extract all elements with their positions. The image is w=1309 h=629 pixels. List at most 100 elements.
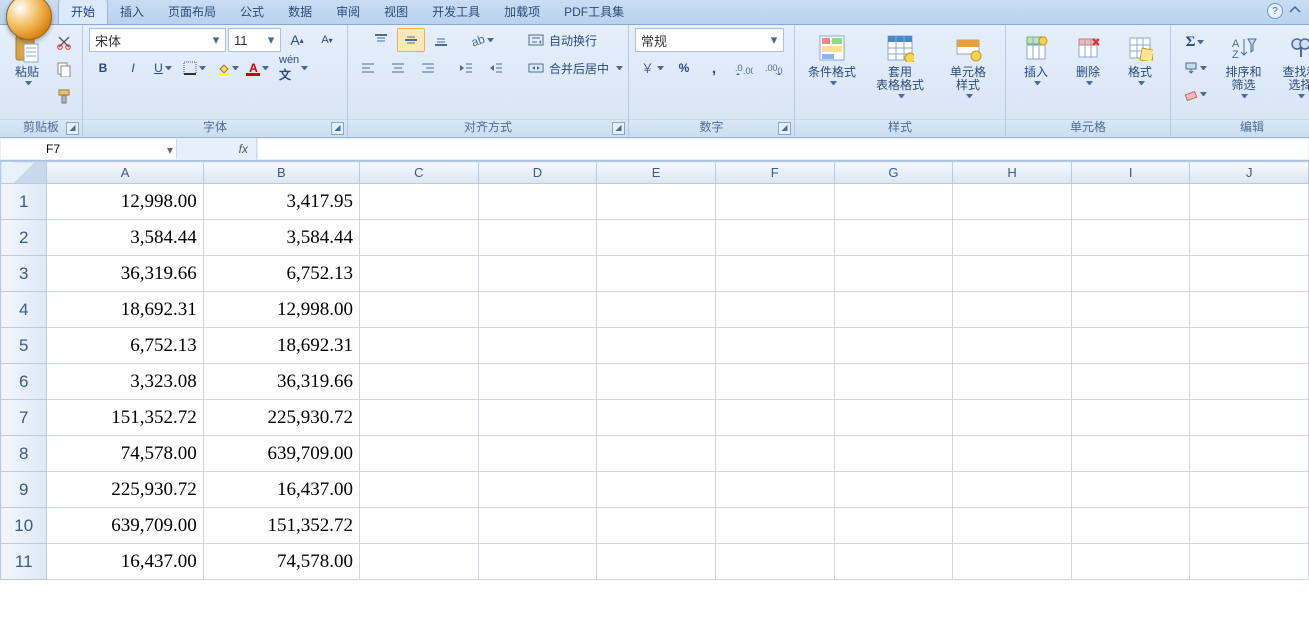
cell-A7[interactable]: 151,352.72 [47,400,203,436]
cell-B6[interactable]: 36,319.66 [203,364,359,400]
column-header-G[interactable]: G [834,162,953,184]
find-select-button[interactable]: 查找和 选择 [1274,28,1309,102]
cell-G8[interactable] [834,436,953,472]
autosum-button[interactable]: Σ [1177,30,1213,54]
orientation-button[interactable]: ab [465,28,498,52]
fx-icon[interactable]: fx [239,142,248,156]
phonetic-button[interactable]: wén文 [275,56,312,80]
cell-I6[interactable] [1071,364,1189,400]
clear-button[interactable] [1177,82,1213,106]
cell-E4[interactable] [597,292,716,328]
column-header-I[interactable]: I [1071,162,1189,184]
cell-C11[interactable] [359,544,478,580]
cell-H4[interactable] [953,292,1072,328]
cell-F6[interactable] [715,364,834,400]
cell-I11[interactable] [1071,544,1189,580]
sort-filter-button[interactable]: AZ 排序和 筛选 [1217,28,1270,102]
tab-addins[interactable]: 加载项 [492,0,552,24]
cell-B10[interactable]: 151,352.72 [203,508,359,544]
tab-review[interactable]: 审阅 [324,0,372,24]
column-header-A[interactable]: A [47,162,203,184]
copy-button[interactable] [52,57,76,81]
cell-I2[interactable] [1071,220,1189,256]
cell-B3[interactable]: 6,752.13 [203,256,359,292]
cell-A3[interactable]: 36,319.66 [47,256,203,292]
bold-button[interactable]: B [89,56,117,80]
cell-E11[interactable] [597,544,716,580]
cell-J10[interactable] [1190,508,1309,544]
tab-formulas[interactable]: 公式 [228,0,276,24]
select-all-corner[interactable] [1,162,47,184]
cell-G4[interactable] [834,292,953,328]
row-header-7[interactable]: 7 [1,400,47,436]
cell-F5[interactable] [715,328,834,364]
format-as-table-button[interactable]: 套用 表格格式 [867,28,933,102]
cell-C8[interactable] [359,436,478,472]
cell-H6[interactable] [953,364,1072,400]
alignment-launcher[interactable]: ◢ [612,122,625,135]
cell-I10[interactable] [1071,508,1189,544]
percent-style-button[interactable]: % [670,56,698,80]
cell-H10[interactable] [953,508,1072,544]
cell-C7[interactable] [359,400,478,436]
number-launcher[interactable]: ◢ [778,122,791,135]
insert-cells-button[interactable]: 插入 [1012,28,1060,89]
cell-B4[interactable]: 12,998.00 [203,292,359,328]
spreadsheet-grid[interactable]: ABCDEFGHIJ 112,998.003,417.9523,584.443,… [0,161,1309,629]
column-header-C[interactable]: C [359,162,478,184]
font-size-combo[interactable]: 11▾ [228,28,281,52]
cell-D7[interactable] [478,400,597,436]
column-header-J[interactable]: J [1190,162,1309,184]
align-bottom-button[interactable] [427,28,455,52]
cell-H5[interactable] [953,328,1072,364]
cell-C9[interactable] [359,472,478,508]
cell-B2[interactable]: 3,584.44 [203,220,359,256]
cell-I4[interactable] [1071,292,1189,328]
cell-F10[interactable] [715,508,834,544]
cell-I8[interactable] [1071,436,1189,472]
cell-E9[interactable] [597,472,716,508]
cell-H11[interactable] [953,544,1072,580]
row-header-1[interactable]: 1 [1,184,47,220]
row-header-5[interactable]: 5 [1,328,47,364]
cell-J2[interactable] [1190,220,1309,256]
cell-B1[interactable]: 3,417.95 [203,184,359,220]
row-header-4[interactable]: 4 [1,292,47,328]
align-center-button[interactable] [384,56,412,80]
cell-A6[interactable]: 3,323.08 [47,364,203,400]
cell-J9[interactable] [1190,472,1309,508]
cell-C1[interactable] [359,184,478,220]
cell-J6[interactable] [1190,364,1309,400]
increase-font-button[interactable]: A▴ [283,28,311,52]
cell-G11[interactable] [834,544,953,580]
column-header-D[interactable]: D [478,162,597,184]
cell-D9[interactable] [478,472,597,508]
decrease-indent-button[interactable] [452,56,480,80]
row-header-3[interactable]: 3 [1,256,47,292]
cell-J8[interactable] [1190,436,1309,472]
cell-F8[interactable] [715,436,834,472]
cell-G5[interactable] [834,328,953,364]
cell-E1[interactable] [597,184,716,220]
tab-insert[interactable]: 插入 [108,0,156,24]
cell-J7[interactable] [1190,400,1309,436]
row-header-9[interactable]: 9 [1,472,47,508]
cell-D8[interactable] [478,436,597,472]
cell-G6[interactable] [834,364,953,400]
tab-data[interactable]: 数据 [276,0,324,24]
cell-A10[interactable]: 639,709.00 [47,508,203,544]
column-header-F[interactable]: F [715,162,834,184]
cell-E7[interactable] [597,400,716,436]
tab-view[interactable]: 视图 [372,0,420,24]
cell-I7[interactable] [1071,400,1189,436]
cell-E3[interactable] [597,256,716,292]
minimize-ribbon-icon[interactable] [1289,5,1301,17]
conditional-formatting-button[interactable]: 条件格式 [801,28,863,89]
cell-F9[interactable] [715,472,834,508]
cell-D4[interactable] [478,292,597,328]
cell-G2[interactable] [834,220,953,256]
name-box[interactable]: F7▾ [1,139,177,159]
cell-B8[interactable]: 639,709.00 [203,436,359,472]
decrease-font-button[interactable]: A▾ [313,28,341,52]
cell-G9[interactable] [834,472,953,508]
